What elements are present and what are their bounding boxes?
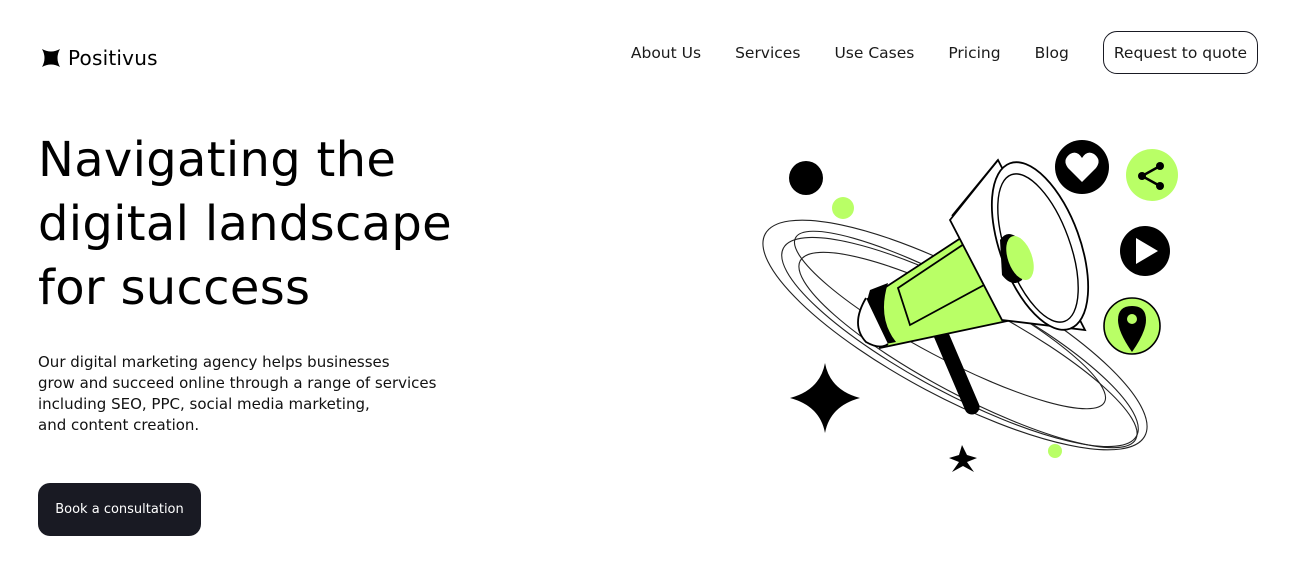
hero-title-line: digital landscape — [38, 196, 452, 252]
logo-icon — [42, 49, 60, 67]
nav-link-blog[interactable]: Blog — [1035, 44, 1069, 62]
green-dot — [832, 197, 854, 219]
hero-title: Navigating the digital landscape for suc… — [38, 128, 558, 320]
hero-title-line: Navigating the — [38, 132, 397, 188]
green-dot-small — [1048, 444, 1062, 458]
nav-link-use-cases[interactable]: Use Cases — [834, 44, 914, 62]
heart-icon — [1055, 140, 1109, 194]
hero-description-line: including SEO, PPC, social media marketi… — [38, 395, 370, 413]
play-icon — [1120, 226, 1170, 276]
request-quote-button[interactable]: Request to quote — [1102, 31, 1258, 74]
star-icon — [790, 363, 860, 433]
small-star-icon — [949, 445, 977, 472]
brand-logo[interactable]: Positivus — [40, 44, 158, 72]
book-consultation-button[interactable]: Book a consultation — [38, 483, 201, 536]
brand-name: Positivus — [68, 46, 158, 70]
landing-page: Positivus About Us Services Use Cases Pr… — [0, 0, 1292, 583]
hero-illustration — [762, 140, 1178, 472]
nav-link-services[interactable]: Services — [735, 44, 800, 62]
hero-description-line: Our digital marketing agency helps busin… — [38, 353, 390, 371]
hero-description-line: grow and succeed online through a range … — [38, 374, 437, 392]
hero-description: Our digital marketing agency helps busin… — [38, 352, 468, 436]
black-dot — [789, 161, 823, 195]
hero-title-line: for success — [38, 260, 311, 316]
hero-description-line: and content creation. — [38, 416, 200, 434]
location-pin-icon — [1103, 297, 1161, 355]
nav-link-pricing[interactable]: Pricing — [948, 44, 1000, 62]
main-nav: About Us Services Use Cases Pricing Blog… — [631, 31, 1258, 74]
share-icon — [1126, 149, 1178, 201]
nav-link-about-us[interactable]: About Us — [631, 44, 701, 62]
